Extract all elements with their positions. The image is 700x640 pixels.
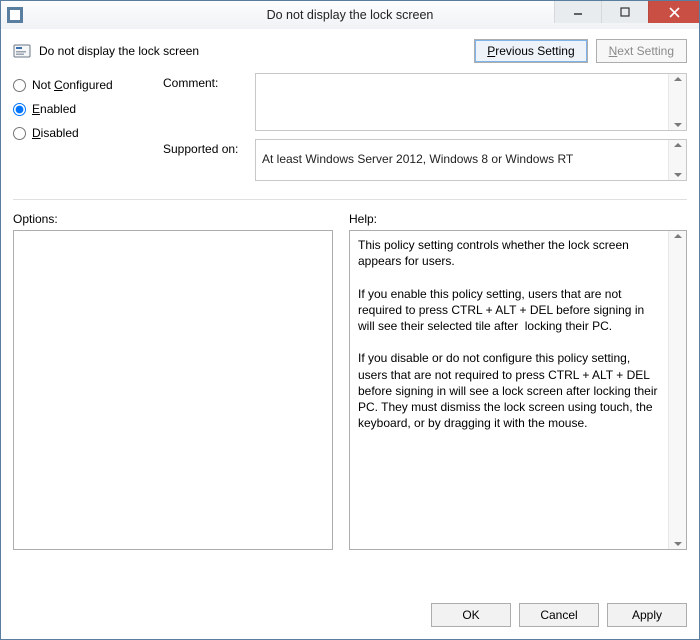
scroll-up-icon — [674, 234, 682, 238]
comment-textarea[interactable] — [256, 74, 668, 130]
policy-editor-window: Do not display the lock screen Do not di… — [0, 0, 700, 640]
cancel-button[interactable]: Cancel — [519, 603, 599, 627]
right-column: Comment: Supported on: At least Windows … — [163, 73, 687, 181]
radio-disabled[interactable]: Disabled — [13, 121, 153, 145]
titlebar: Do not display the lock screen — [1, 1, 699, 30]
next-setting-button: Next Setting — [596, 39, 687, 63]
close-button[interactable] — [648, 1, 699, 23]
minimize-button[interactable] — [554, 1, 601, 23]
comment-scrollbar[interactable] — [668, 74, 686, 130]
help-label: Help: — [349, 212, 377, 226]
supported-row: Supported on: At least Windows Server 20… — [163, 139, 687, 181]
radio-enabled-input[interactable] — [13, 103, 26, 116]
close-icon — [669, 7, 680, 18]
ok-button[interactable]: OK — [431, 603, 511, 627]
radio-not-configured[interactable]: Not Configured — [13, 73, 153, 97]
supported-label: Supported on: — [163, 139, 255, 181]
maximize-icon — [620, 7, 630, 17]
comment-row: Comment: — [163, 73, 687, 131]
radio-enabled[interactable]: Enabled — [13, 97, 153, 121]
comment-label: Comment: — [163, 73, 255, 131]
scroll-up-icon — [674, 143, 682, 147]
minimize-icon — [573, 7, 583, 17]
state-radio-group: Not Configured Enabled Disabled — [13, 73, 153, 145]
panels: This policy setting controls whether the… — [13, 230, 687, 550]
comment-box-wrapper — [255, 73, 687, 131]
supported-box-wrapper: At least Windows Server 2012, Windows 8 … — [255, 139, 687, 181]
divider — [13, 199, 687, 200]
options-panel — [13, 230, 333, 550]
previous-setting-button[interactable]: Previous Setting — [474, 39, 587, 63]
apply-button[interactable]: Apply — [607, 603, 687, 627]
content-area: Do not display the lock screen Previous … — [1, 29, 699, 639]
dialog-buttons: OK Cancel Apply — [431, 603, 687, 627]
scroll-down-icon — [674, 173, 682, 177]
help-text: This policy setting controls whether the… — [350, 231, 668, 549]
help-panel: This policy setting controls whether the… — [349, 230, 687, 550]
supported-scrollbar[interactable] — [668, 140, 686, 180]
app-icon — [7, 7, 23, 23]
radio-not-configured-input[interactable] — [13, 79, 26, 92]
policy-icon — [13, 42, 31, 60]
window-controls — [554, 1, 699, 29]
scroll-down-icon — [674, 542, 682, 546]
options-label: Options: — [13, 212, 333, 226]
scroll-down-icon — [674, 123, 682, 127]
nav-buttons: Previous Setting Next Setting — [474, 39, 687, 63]
scroll-up-icon — [674, 77, 682, 81]
help-scrollbar[interactable] — [668, 231, 686, 549]
panels-header: Options: Help: — [13, 212, 687, 226]
supported-text: At least Windows Server 2012, Windows 8 … — [256, 140, 668, 180]
policy-name: Do not display the lock screen — [39, 44, 199, 58]
header-row: Do not display the lock screen Previous … — [13, 39, 687, 63]
radio-disabled-input[interactable] — [13, 127, 26, 140]
maximize-button[interactable] — [601, 1, 648, 23]
